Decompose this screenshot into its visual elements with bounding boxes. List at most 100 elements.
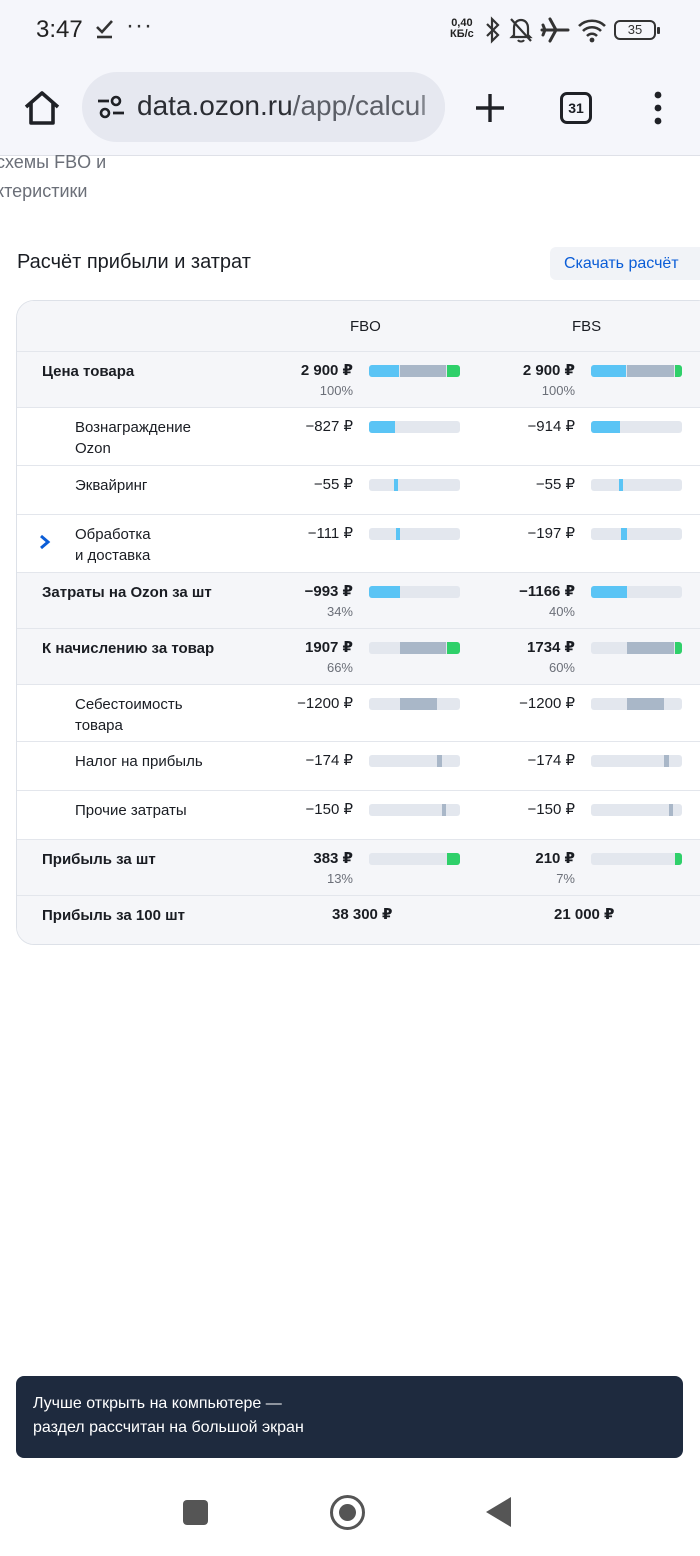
table-row-payout: К начислению за товар 1907 ₽ 66% 1734 ₽ … bbox=[17, 628, 700, 684]
fbo-value: −827 ₽ bbox=[305, 418, 354, 435]
intro-text-line1: схемы FBO и bbox=[0, 152, 107, 172]
fbs-value: 2 900 ₽ bbox=[522, 362, 575, 379]
fbo-value: 383 ₽ bbox=[313, 850, 353, 867]
fbs-value: −197 ₽ bbox=[527, 525, 576, 542]
tab-switcher-button[interactable]: 31 bbox=[560, 92, 592, 124]
bar-commission-segment bbox=[396, 528, 400, 540]
fbs-bar bbox=[591, 642, 682, 654]
home-icon[interactable] bbox=[22, 88, 62, 128]
url-text[interactable]: data.ozon.ru/app/calcul bbox=[137, 90, 427, 122]
url-host: data.ozon.ru bbox=[137, 90, 293, 121]
bar-profit-segment bbox=[675, 365, 682, 377]
home-nav-icon[interactable] bbox=[330, 1495, 365, 1530]
bar-commission-segment bbox=[394, 479, 398, 491]
row-label-line1: Обработка bbox=[75, 526, 151, 543]
fbo-value: −55 ₽ bbox=[313, 476, 353, 493]
bar-commission-segment bbox=[591, 365, 626, 377]
fbo-value: −174 ₽ bbox=[305, 752, 354, 769]
fbo-bar bbox=[369, 853, 460, 865]
row-label: Цена товара bbox=[42, 363, 135, 380]
fbs-value: −914 ₽ bbox=[527, 418, 576, 435]
bar-profit-segment bbox=[675, 642, 682, 654]
download-calculation-button[interactable]: Скачать расчёт bbox=[550, 247, 700, 280]
battery-level: 35 bbox=[627, 22, 643, 37]
fbs-bar bbox=[591, 853, 682, 865]
fbo-bar bbox=[369, 755, 460, 767]
address-bar[interactable]: data.ozon.ru/app/calcul bbox=[82, 72, 445, 142]
fbs-bar bbox=[591, 421, 682, 433]
new-tab-icon[interactable] bbox=[472, 90, 508, 126]
bar-cost-segment bbox=[669, 804, 673, 816]
fbs-bar bbox=[591, 365, 682, 377]
network-speed-unit: КБ/с bbox=[450, 28, 474, 40]
fbo-value: −1200 ₽ bbox=[297, 695, 353, 712]
row-label: Прочие затраты bbox=[75, 802, 187, 819]
fbs-bar bbox=[591, 479, 682, 491]
battery-icon: 35 bbox=[614, 20, 660, 40]
status-bar: 3:47 ··· 0,40 КБ/с 35 bbox=[0, 0, 700, 62]
recent-apps-icon[interactable] bbox=[183, 1500, 208, 1525]
more-notifications-icon: ··· bbox=[126, 12, 153, 39]
fbs-percent: 100% bbox=[541, 383, 575, 398]
bar-cost-segment bbox=[437, 755, 442, 767]
fbo-percent: 100% bbox=[319, 383, 353, 398]
more-menu-icon[interactable] bbox=[648, 90, 668, 126]
row-label-line2: и доставка bbox=[75, 547, 151, 564]
fbs-value: −174 ₽ bbox=[527, 752, 576, 769]
bar-profit-segment bbox=[447, 365, 460, 377]
bar-commission-segment bbox=[619, 479, 623, 491]
row-label: Затраты на Ozon за шт bbox=[42, 584, 212, 601]
bar-cost-segment bbox=[627, 365, 674, 377]
bar-cost-segment bbox=[400, 698, 437, 710]
fbs-bar bbox=[591, 698, 682, 710]
chevron-right-icon[interactable] bbox=[39, 534, 51, 550]
airplane-mode-icon bbox=[540, 17, 570, 43]
network-speed: 0,40 КБ/с bbox=[450, 18, 474, 40]
fbs-bar bbox=[591, 586, 682, 598]
table-row-acquiring: Эквайринг −55 ₽ −55 ₽ bbox=[17, 465, 700, 514]
column-header-fbs: FBS bbox=[572, 318, 602, 335]
table-row-tax: Налог на прибыль −174 ₽ −174 ₽ bbox=[17, 741, 700, 790]
fbs-total: 21 000 ₽ bbox=[554, 906, 615, 923]
fbo-bar bbox=[369, 698, 460, 710]
fbo-bar bbox=[369, 642, 460, 654]
table-row-other-costs: Прочие затраты −150 ₽ −150 ₽ bbox=[17, 790, 700, 839]
row-label: К начислению за товар bbox=[42, 640, 215, 657]
fbo-value: 2 900 ₽ bbox=[300, 362, 353, 379]
table-row-profit-per-100: Прибыль за 100 шт 38 300 ₽ 21 000 ₽ bbox=[17, 895, 700, 944]
bar-commission-segment bbox=[621, 528, 627, 540]
bar-cost-segment bbox=[400, 642, 446, 654]
section-title: Расчёт прибыли и затрат bbox=[17, 251, 251, 273]
row-label-line1: Вознаграждение bbox=[75, 419, 191, 436]
fbo-bar bbox=[369, 528, 460, 540]
bar-commission-segment bbox=[369, 421, 395, 433]
row-label-line2: Ozon bbox=[75, 440, 111, 457]
table-row-processing-delivery[interactable]: Обработка и доставка −111 ₽ −197 ₽ bbox=[17, 514, 700, 572]
fbo-percent: 13% bbox=[326, 871, 353, 886]
wifi-icon bbox=[578, 19, 606, 43]
row-label: Прибыль за шт bbox=[42, 851, 156, 868]
row-label: Налог на прибыль bbox=[75, 753, 203, 770]
fbo-bar bbox=[369, 586, 460, 598]
fbo-bar bbox=[369, 479, 460, 491]
fbs-value: −55 ₽ bbox=[535, 476, 575, 493]
notifications-off-icon bbox=[509, 18, 533, 43]
back-icon[interactable] bbox=[486, 1497, 511, 1527]
fbs-value: 210 ₽ bbox=[535, 850, 575, 867]
fbo-bar bbox=[369, 804, 460, 816]
toast-line1: Лучше открыть на компьютере — bbox=[33, 1395, 282, 1412]
bluetooth-icon bbox=[486, 16, 500, 44]
fbs-percent: 60% bbox=[548, 660, 575, 675]
fbo-total: 38 300 ₽ bbox=[332, 906, 393, 923]
url-path: /app/calcul bbox=[292, 90, 427, 121]
system-nav-bar bbox=[0, 1466, 700, 1556]
site-settings-icon[interactable] bbox=[96, 94, 126, 120]
fbs-percent: 40% bbox=[548, 604, 575, 619]
row-label-line2: товара bbox=[75, 717, 123, 734]
bar-profit-segment bbox=[447, 853, 460, 865]
table-row-cost-price: Себестоимость товара −1200 ₽ −1200 ₽ bbox=[17, 684, 700, 741]
bar-cost-segment bbox=[400, 365, 446, 377]
bar-profit-segment bbox=[447, 642, 460, 654]
fbo-value: −150 ₽ bbox=[305, 801, 354, 818]
bar-cost-segment bbox=[664, 755, 669, 767]
